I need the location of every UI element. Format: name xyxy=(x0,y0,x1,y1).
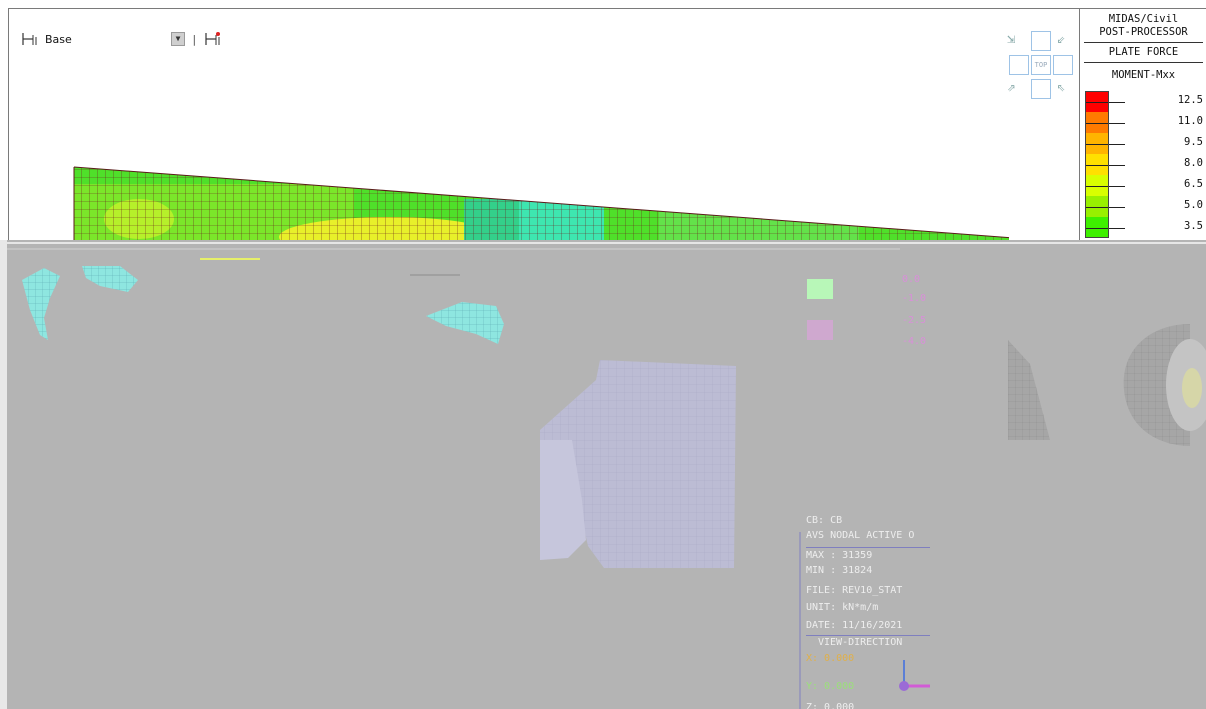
legend-value: 5.0 xyxy=(1184,199,1203,211)
info-line: X: 0.000 xyxy=(806,653,855,664)
lower-legend-value-4: -4.0 xyxy=(902,336,927,347)
info-line: DATE: 11/16/2021 xyxy=(806,620,903,631)
legend-scale-border xyxy=(1085,91,1109,238)
legend-value: 12.5 xyxy=(1177,94,1203,106)
view-cube-front[interactable] xyxy=(1031,31,1051,51)
plate-mesh-contour[interactable] xyxy=(9,9,1009,244)
model-view-panel[interactable]: Base ▼ | ⇲ ⇙ TOP ⇗ ⇖ xyxy=(8,8,1206,244)
view-cube-left[interactable] xyxy=(1009,55,1029,75)
viewport-left-edge xyxy=(0,240,7,709)
info-line: MIN : 31824 xyxy=(806,565,873,576)
partial-render-shapes xyxy=(0,242,1206,709)
info-divider xyxy=(806,635,930,636)
view-cube-arrow-se[interactable]: ⇖ xyxy=(1057,79,1065,95)
info-line: Z: 0.000 xyxy=(806,702,855,709)
view-cube-arrow-sw[interactable]: ⇗ xyxy=(1007,79,1015,95)
lower-legend-value-2: -1.0 xyxy=(902,293,927,304)
contour-legend: MIDAS/Civil POST-PROCESSOR PLATE FORCE M… xyxy=(1079,9,1206,241)
info-divider xyxy=(806,547,930,548)
legend-value: 11.0 xyxy=(1177,115,1203,127)
view-cube-top[interactable]: TOP xyxy=(1031,55,1051,75)
view-cube-back[interactable] xyxy=(1031,79,1051,99)
legend-divider xyxy=(1084,62,1203,63)
render-artifact-area: 0.0 -1.0 -2.5 -4.0 CB: CB AVS NODAL ACTIV… xyxy=(0,240,1206,709)
legend-result-type: PLATE FORCE xyxy=(1108,46,1179,58)
lower-legend-value-3: -2.5 xyxy=(902,315,927,326)
legend-value: 3.5 xyxy=(1184,220,1203,232)
lower-legend-value-1: 0.0 xyxy=(902,274,921,285)
view-cube-arrow-nw[interactable]: ⇲ xyxy=(1007,31,1015,47)
view-cube-arrow-ne[interactable]: ⇙ xyxy=(1057,31,1065,47)
info-line: Y: 0.000 xyxy=(806,681,855,692)
legend-scale: 12.5 11.0 9.5 8.0 6.5 5.0 3.5 xyxy=(1080,91,1206,241)
info-line: FILE: REV10_STAT xyxy=(806,585,903,596)
info-line: AVS NODAL ACTIVE O xyxy=(806,530,915,541)
legend-value: 9.5 xyxy=(1184,136,1203,148)
legend-value: 6.5 xyxy=(1184,178,1203,190)
legend-program: MIDAS/Civil xyxy=(1108,13,1179,25)
view-cube[interactable]: ⇲ ⇙ TOP ⇗ ⇖ xyxy=(1007,31,1077,103)
info-line: UNIT: kN*m/m xyxy=(806,602,879,613)
legend-module: POST-PROCESSOR xyxy=(1099,26,1188,38)
legend-component: MOMENT-Mxx xyxy=(1111,69,1176,81)
legend-value: 8.0 xyxy=(1184,157,1203,169)
info-line: CB: CB xyxy=(806,515,843,526)
model-viewport[interactable]: Base ▼ | ⇲ ⇙ TOP ⇗ ⇖ MIDAS/Civil POST-PR… xyxy=(0,0,1206,709)
info-line: VIEW-DIRECTION xyxy=(818,637,903,648)
view-cube-right[interactable] xyxy=(1053,55,1073,75)
info-line: MAX : 31359 xyxy=(806,550,873,561)
legend-divider xyxy=(1084,42,1203,43)
